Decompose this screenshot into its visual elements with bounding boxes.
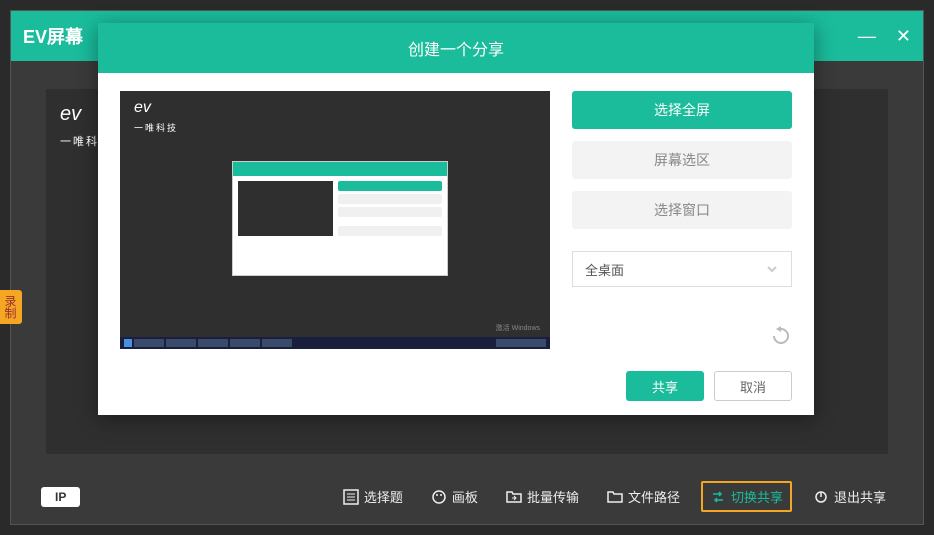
app-title: EV屏幕 <box>23 23 83 49</box>
palette-icon <box>431 489 447 505</box>
chevron-down-icon <box>765 262 779 276</box>
desktop-dropdown[interactable]: 全桌面 <box>572 251 792 287</box>
preview-logo: ev <box>60 103 81 126</box>
power-icon <box>813 489 829 505</box>
close-button[interactable]: ✕ <box>896 26 911 47</box>
option-region[interactable]: 屏幕选区 <box>572 141 792 179</box>
create-share-modal: 创建一个分享 ev 一唯科技 激活 Windows <box>98 23 814 415</box>
window-controls: — ✕ <box>858 26 911 47</box>
folder-arrow-icon <box>506 489 522 505</box>
modal-footer: 共享 取消 <box>626 371 792 401</box>
tool-quiz[interactable]: 选择题 <box>336 483 410 510</box>
tool-batch-transfer[interactable]: 批量传输 <box>499 483 586 510</box>
share-options: 选择全屏 屏幕选区 选择窗口 全桌面 <box>572 91 792 401</box>
cancel-button[interactable]: 取消 <box>714 371 792 401</box>
ip-badge[interactable]: IP <box>41 487 80 507</box>
minimize-button[interactable]: — <box>858 26 876 47</box>
nested-preview <box>232 161 448 276</box>
tool-switch-share[interactable]: 切换共享 <box>701 481 792 512</box>
bottom-toolbar: IP 选择题 画板 批量传输 文件路径 切换共享 退出共享 <box>11 469 923 524</box>
side-tab-record[interactable]: 录制 <box>0 290 22 324</box>
confirm-button[interactable]: 共享 <box>626 371 704 401</box>
preview-logo: ev <box>134 99 151 117</box>
preview-taskbar <box>120 337 550 349</box>
option-window[interactable]: 选择窗口 <box>572 191 792 229</box>
dropdown-selected: 全桌面 <box>585 260 624 279</box>
list-icon <box>343 489 359 505</box>
refresh-button[interactable] <box>770 325 792 347</box>
folder-icon <box>607 489 623 505</box>
tool-exit-share[interactable]: 退出共享 <box>806 483 893 510</box>
modal-title: 创建一个分享 <box>98 23 814 73</box>
option-fullscreen[interactable]: 选择全屏 <box>572 91 792 129</box>
swap-icon <box>710 489 726 505</box>
preview-subtitle: 一唯科技 <box>134 121 178 134</box>
watermark-text: 激活 Windows <box>496 323 540 333</box>
tool-file-path[interactable]: 文件路径 <box>600 483 687 510</box>
tool-whiteboard[interactable]: 画板 <box>424 483 485 510</box>
share-preview: ev 一唯科技 激活 Windows <box>120 91 550 349</box>
